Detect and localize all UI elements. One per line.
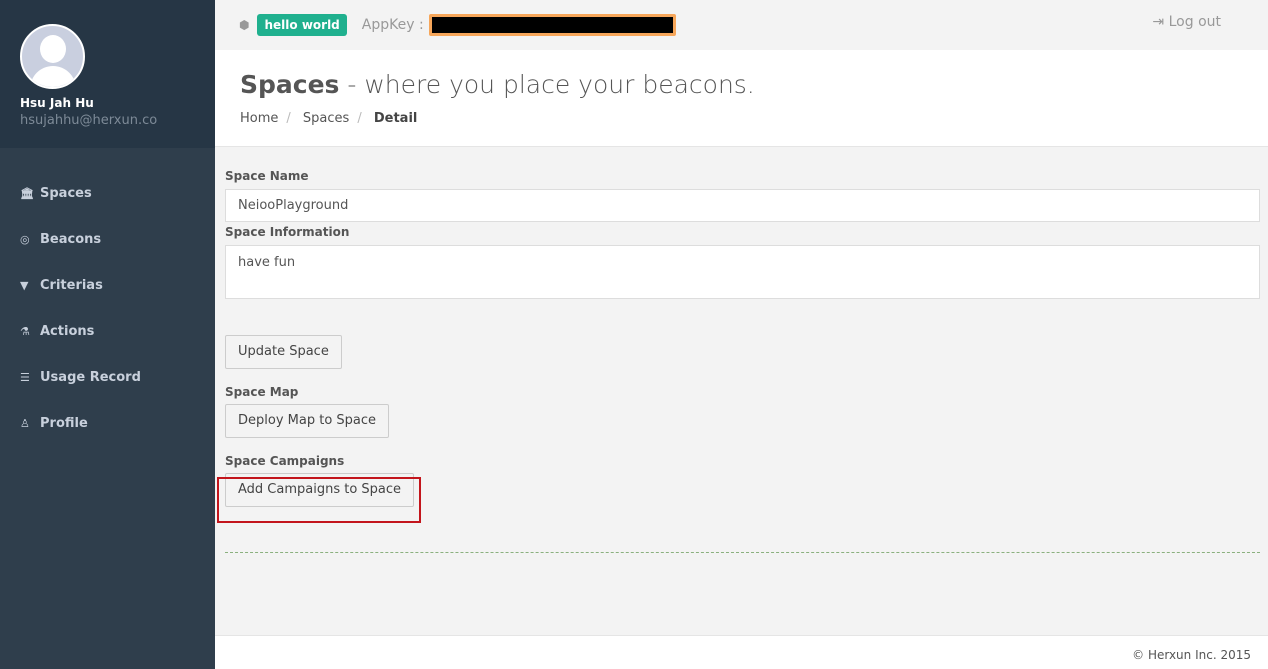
logout-label: Log out <box>1168 14 1221 30</box>
appkey-redacted <box>428 14 676 36</box>
sidebar-item-label: Spaces <box>40 185 92 201</box>
sidebar-item-spaces[interactable]: 🏛 Spaces <box>0 170 215 216</box>
sidebar-item-label: Usage Record <box>40 369 141 385</box>
space-info-label: Space Information <box>225 225 350 239</box>
page-title: Spaces - where you place your beacons. <box>240 70 1243 99</box>
breadcrumb: Home / Spaces / Detail <box>240 111 418 126</box>
sidebar-item-label: Criterias <box>40 277 103 293</box>
bank-icon: 🏛 <box>20 186 34 200</box>
user-profile: Hsu Jah Hu hsujahhu@herxun.co <box>0 0 215 148</box>
breadcrumb-detail: Detail <box>373 111 418 126</box>
user-name: Hsu Jah Hu <box>20 96 94 110</box>
sign-out-icon: ⇥ <box>1152 14 1169 30</box>
breadcrumb-spaces[interactable]: Spaces <box>303 111 349 126</box>
target-icon: ◎ <box>20 232 30 246</box>
flask-icon: ⚗ <box>20 324 30 338</box>
deploy-map-button[interactable]: Deploy Map to Space <box>225 404 390 438</box>
avatar <box>20 24 85 89</box>
space-detail-form: Space Name NeiooPlayground Space Informa… <box>217 147 1260 553</box>
space-map-label: Space Map <box>225 385 299 399</box>
sidebar-item-criterias[interactable]: ▼ Criterias <box>0 262 215 308</box>
divider <box>225 552 1260 553</box>
user-icon: ♙ <box>20 416 30 430</box>
sidebar: Hsu Jah Hu hsujahhu@herxun.co 🏛 Spaces ◎ B… <box>0 0 215 669</box>
filter-icon: ▼ <box>20 278 29 292</box>
page-header: Spaces - where you place your beacons. H… <box>215 50 1268 147</box>
title-subtitle: - where you place your beacons. <box>339 70 755 99</box>
sidebar-item-label: Actions <box>40 323 95 339</box>
sidebar-item-actions[interactable]: ⚗ Actions <box>0 308 215 354</box>
update-space-button[interactable]: Update Space <box>225 335 342 369</box>
space-info-textarea[interactable]: have fun <box>225 245 1260 299</box>
breadcrumb-home[interactable]: Home <box>240 111 278 126</box>
app-badge[interactable]: hello world <box>257 14 347 36</box>
sidebar-item-label: Beacons <box>40 231 102 247</box>
highlight-box <box>217 477 421 523</box>
space-name-label: Space Name <box>225 169 309 183</box>
server-icon: ☰ <box>20 370 30 384</box>
sidebar-item-beacons[interactable]: ◎ Beacons <box>0 216 215 262</box>
footer: © Herxun Inc. 2015 <box>215 635 1268 669</box>
appkey-label: AppKey : <box>361 17 424 33</box>
user-email: hsujahhu@herxun.co <box>20 113 158 128</box>
topbar: ⬢ hello world AppKey : ⇥ Log out <box>215 0 1268 50</box>
logout-button[interactable]: ⇥ Log out <box>1152 14 1221 30</box>
sidebar-item-label: Profile <box>40 415 88 431</box>
sidebar-item-usage-record[interactable]: ☰ Usage Record <box>0 354 215 400</box>
title-bold: Spaces <box>240 70 340 99</box>
cube-icon: ⬢ <box>239 18 250 32</box>
space-campaigns-label: Space Campaigns <box>225 454 345 468</box>
copyright: © Herxun Inc. 2015 <box>1132 648 1251 662</box>
sidebar-item-profile[interactable]: ♙ Profile <box>0 400 215 446</box>
space-name-input[interactable]: NeiooPlayground <box>225 189 1260 222</box>
